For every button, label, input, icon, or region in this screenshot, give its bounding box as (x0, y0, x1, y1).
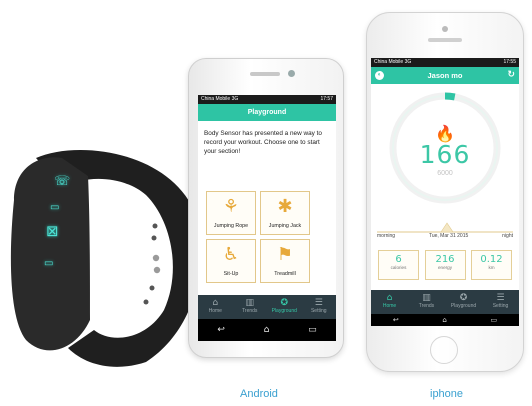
iphone-header: ◐ Jason mo ↻ (371, 67, 519, 84)
stats-row: 6 calories 216 energy 0.12 km (378, 250, 512, 280)
step-count: 166 (419, 140, 471, 169)
ring-progress-arc (444, 92, 456, 101)
tab-label: Home (208, 308, 222, 314)
home-icon: ⌂ (386, 293, 393, 303)
timeline-date: Tue, Mar 31 2015 (428, 233, 469, 239)
stat-value: 0.12 (480, 254, 503, 265)
android-camera (288, 70, 295, 77)
android-time: 17:57 (320, 96, 333, 102)
android-intro-text: Body Sensor has presented a new way to r… (204, 130, 322, 155)
workout-tiles: ⚘ Jumping Rope ✱ Jumping Jack ♿ Sit-Up ⚑… (206, 191, 310, 283)
list-icon: ☰ (496, 293, 505, 303)
refresh-icon[interactable]: ↻ (507, 67, 515, 84)
android-phone: China Mobile 3G 17:57 Playground Body Se… (188, 58, 344, 358)
tile-label: Treadmill (274, 271, 296, 277)
stat-calories: 6 calories (378, 250, 419, 280)
iphone-time: 17:55 (503, 59, 516, 65)
tab-trends[interactable]: ▥ Trends (408, 290, 445, 314)
tab-playground[interactable]: ✪ Playground (267, 295, 302, 319)
treadmill-icon: ⚑ (276, 244, 294, 265)
stat-distance: 0.12 km (471, 250, 512, 280)
caption-android: Android (240, 388, 278, 400)
tile-label: Jumping Jack (268, 223, 302, 229)
tab-label: Trends (418, 303, 435, 309)
recent-apps-icon[interactable]: ▭ (491, 316, 498, 324)
tab-label: Home (382, 303, 397, 309)
tile-label: Sit-Up (223, 271, 239, 277)
tab-label: Setting (492, 303, 509, 309)
step-goal: 6000 (437, 170, 453, 177)
tab-trends[interactable]: ▥ Trends (233, 295, 268, 319)
android-screen: China Mobile 3G 17:57 Playground Body Se… (198, 95, 336, 341)
home-key-icon[interactable]: ⌂ (264, 325, 270, 335)
home-icon: ⌂ (212, 298, 219, 308)
iphone-status-bar: China Mobile 3G 17:55 (371, 58, 519, 67)
chart-icon: ▥ (422, 293, 431, 303)
android-soft-keys: ↩ ⌂ ▭ (198, 319, 336, 341)
iphone-speaker (428, 38, 462, 42)
iphone-camera (442, 26, 448, 32)
tab-label: Playground (450, 303, 477, 309)
timeline-end: night (502, 233, 513, 239)
timeline-start: morning (377, 233, 396, 239)
iphone-soft-keys: ↩ ⌂ ▭ (371, 314, 519, 326)
iphone-home-button[interactable] (430, 336, 458, 364)
stat-energy: 216 energy (424, 250, 466, 280)
stat-label: km (488, 265, 495, 270)
tile-jumping-rope[interactable]: ⚘ Jumping Rope (206, 191, 256, 235)
sit-up-icon: ♿ (222, 244, 240, 265)
android-tab-bar: ⌂ Home ▥ Trends ✪ Playground ☰ Setting (198, 295, 336, 319)
back-icon[interactable]: ↩ (217, 325, 225, 335)
user-name: Jason mo (427, 71, 463, 80)
star-icon: ✪ (459, 293, 468, 303)
android-header-title: Playground (198, 104, 336, 121)
tile-jumping-jack[interactable]: ✱ Jumping Jack (260, 191, 310, 235)
timeline-labels: morning Tue, Mar 31 2015 night (377, 233, 513, 239)
iphone: China Mobile 3G 17:55 ◐ Jason mo ↻ 🔥 166… (366, 12, 524, 372)
tile-treadmill[interactable]: ⚑ Treadmill (260, 239, 310, 283)
home-key-icon[interactable]: ⌂ (442, 316, 446, 324)
band-strap-graphic (10, 149, 201, 367)
logo-icon[interactable]: ◐ (375, 71, 384, 80)
stat-label: calories (390, 265, 407, 270)
iphone-tab-bar: ⌂ Home ▥ Trends ✪ Playground ☰ Setting (371, 290, 519, 314)
android-status-bar: China Mobile 3G 17:57 (198, 95, 336, 104)
fitness-band-image: ☏ ▭ ⊠ ▭ (6, 140, 206, 370)
tab-label: Trends (242, 308, 258, 314)
step-ring: 🔥 166 6000 (385, 88, 505, 208)
band-notification-icon: ☏ (54, 174, 71, 189)
band-bar-icon: ▭ (50, 202, 60, 213)
tile-label: Jumping Rope (213, 223, 249, 229)
stat-value: 216 (435, 254, 455, 265)
timeline-graph (377, 222, 513, 233)
tab-playground[interactable]: ✪ Playground (445, 290, 482, 314)
tab-label: Setting (310, 308, 327, 314)
tile-sit-up[interactable]: ♿ Sit-Up (206, 239, 256, 283)
stat-label: energy (437, 265, 453, 270)
tab-home[interactable]: ⌂ Home (371, 290, 408, 314)
iphone-screen: China Mobile 3G 17:55 ◐ Jason mo ↻ 🔥 166… (371, 58, 519, 326)
tab-setting[interactable]: ☰ Setting (302, 295, 337, 319)
band-bar-icon-2: ▭ (44, 258, 54, 269)
jump-rope-icon: ⚘ (222, 196, 240, 217)
list-icon: ☰ (314, 298, 323, 308)
tab-label: Playground (271, 308, 297, 314)
activity-timeline: morning Tue, Mar 31 2015 night (377, 220, 513, 240)
band-message-icon: ⊠ (46, 222, 59, 240)
iphone-carrier: China Mobile 3G (374, 59, 412, 65)
stat-value: 6 (395, 254, 402, 265)
recent-apps-icon[interactable]: ▭ (308, 325, 317, 335)
jumping-jack-icon: ✱ (277, 196, 293, 217)
chart-icon: ▥ (245, 298, 254, 308)
android-carrier: China Mobile 3G (201, 96, 239, 102)
caption-iphone: iphone (430, 388, 464, 400)
star-icon: ✪ (280, 298, 289, 308)
tab-home[interactable]: ⌂ Home (198, 295, 233, 319)
android-speaker (250, 72, 280, 76)
band-display: ☏ ▭ ⊠ ▭ (40, 160, 84, 278)
back-icon[interactable]: ↩ (393, 316, 399, 324)
tab-setting[interactable]: ☰ Setting (482, 290, 519, 314)
